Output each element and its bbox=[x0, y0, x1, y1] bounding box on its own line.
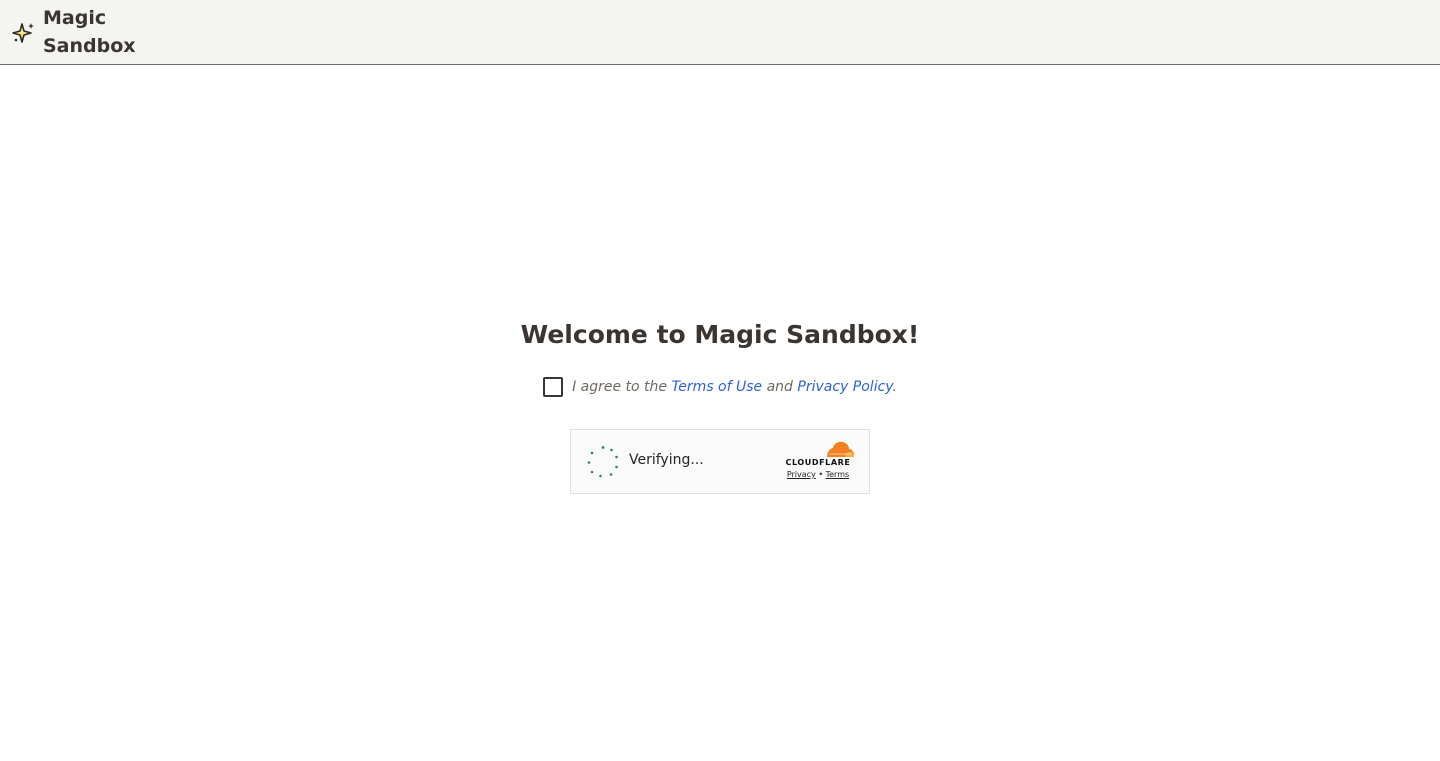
main-content: Welcome to Magic Sandbox! I agree to the… bbox=[0, 65, 1440, 761]
captcha-widget[interactable]: Verifying... CLOUDFLARE Privacy • Terms bbox=[570, 429, 870, 494]
agree-text: I agree to the Terms of Use and Privacy … bbox=[572, 379, 897, 395]
agree-row: I agree to the Terms of Use and Privacy … bbox=[0, 377, 1440, 397]
captcha-link-separator: • bbox=[818, 470, 824, 479]
privacy-policy-link[interactable]: Privacy Policy bbox=[797, 379, 892, 395]
top-bar: Magic Sandbox bbox=[0, 0, 1440, 65]
agree-suffix: . bbox=[892, 379, 897, 395]
captcha-terms-link[interactable]: Terms bbox=[826, 470, 850, 479]
spinner-icon bbox=[587, 446, 618, 478]
captcha-privacy-link[interactable]: Privacy bbox=[787, 470, 816, 479]
terms-of-use-link[interactable]: Terms of Use bbox=[671, 379, 762, 395]
agree-checkbox[interactable] bbox=[543, 377, 564, 397]
agree-prefix: I agree to the bbox=[572, 379, 672, 395]
brand-name: Magic Sandbox bbox=[43, 4, 153, 60]
brand-link[interactable]: Magic Sandbox bbox=[12, 4, 153, 60]
cloudflare-links: Privacy • Terms bbox=[780, 470, 856, 479]
sparkle-icon bbox=[12, 23, 34, 43]
brand-line-2: Sandbox bbox=[43, 35, 136, 57]
page-title: Welcome to Magic Sandbox! bbox=[520, 320, 920, 349]
cloudflare-wordmark: CLOUDFLARE bbox=[785, 458, 851, 467]
captcha-status: Verifying... bbox=[629, 452, 704, 468]
agree-middle: and bbox=[762, 379, 798, 395]
brand-line-1: Magic bbox=[43, 7, 107, 29]
